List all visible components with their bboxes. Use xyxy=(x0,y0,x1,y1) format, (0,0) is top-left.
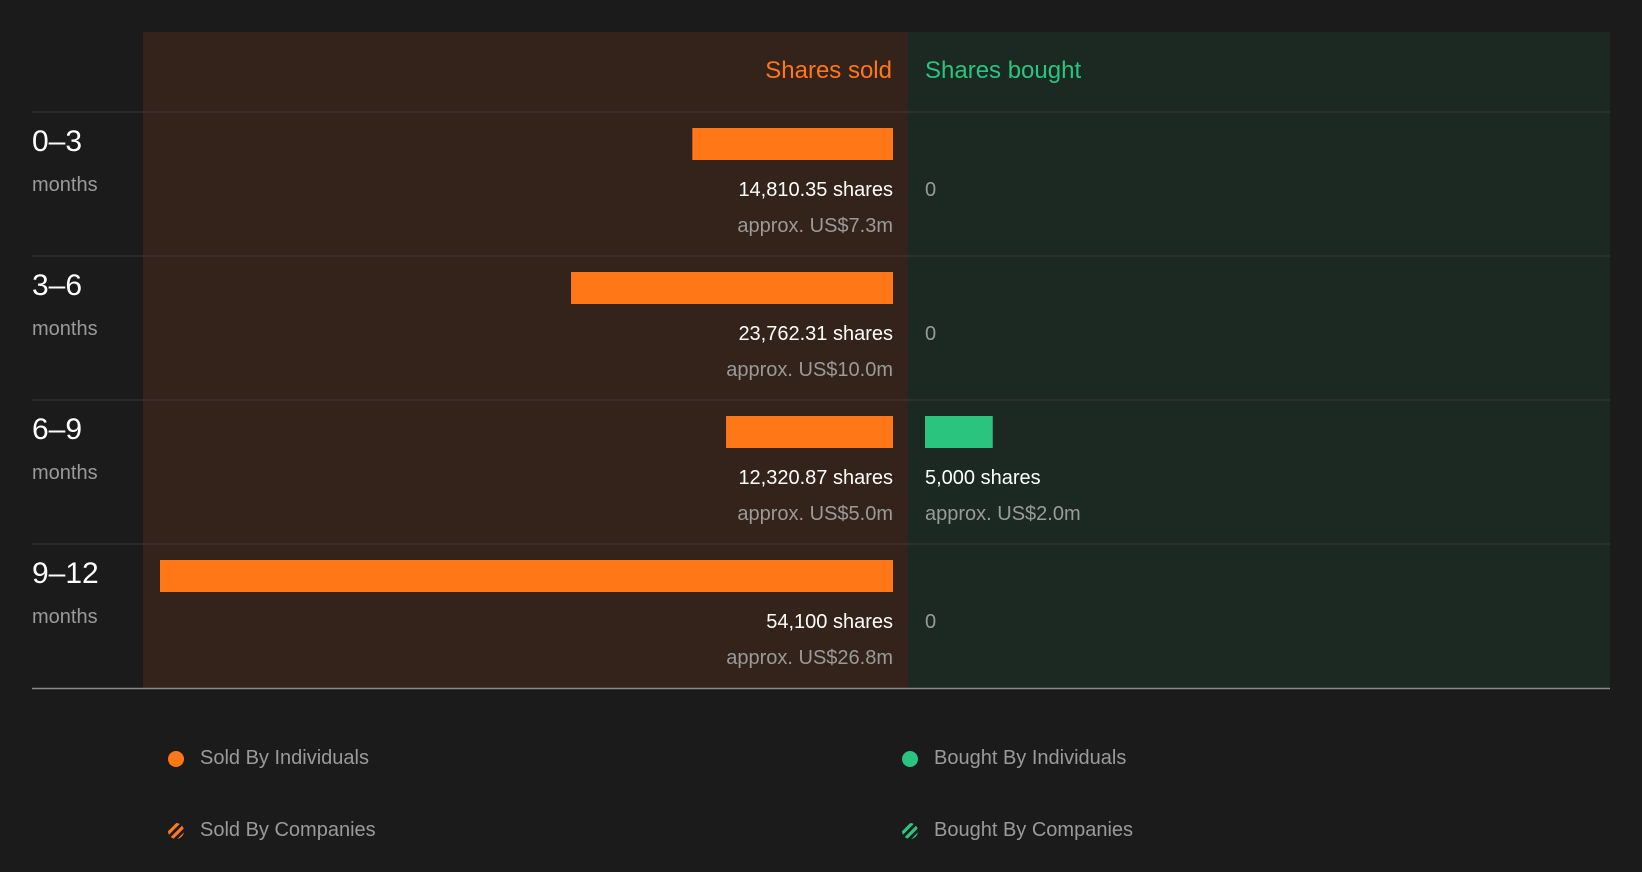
bought-shares-label: 0 xyxy=(925,611,936,633)
sold-shares-label: 54,100 shares xyxy=(766,611,893,633)
period-range-label: 6–9 xyxy=(32,413,82,446)
bought-shares-label: 0 xyxy=(925,323,936,345)
bought-column-header: Shares bought xyxy=(925,57,1081,84)
sold-value-label: approx. US$26.8m xyxy=(726,647,893,669)
period-range-label: 3–6 xyxy=(32,269,82,302)
sold-column-header: Shares sold xyxy=(765,57,892,84)
legend-item-sold-companies[interactable]: Sold By Companies xyxy=(168,819,376,842)
sold-shares-label: 23,762.31 shares xyxy=(738,323,893,345)
period-unit-label: months xyxy=(32,174,98,196)
sold-value-label: approx. US$7.3m xyxy=(737,215,893,237)
legend-striped-dot-icon xyxy=(168,822,184,839)
period-range-label: 0–3 xyxy=(32,125,82,158)
period-unit-label: months xyxy=(32,462,98,484)
legend-item-bought-companies[interactable]: Bought By Companies xyxy=(902,819,1133,842)
sold-bar xyxy=(571,272,893,304)
legend-label: Sold By Individuals xyxy=(200,747,369,769)
legend-striped-dot-icon xyxy=(902,822,918,839)
bought-value-label: approx. US$2.0m xyxy=(925,503,1081,525)
sold-bar xyxy=(692,128,893,160)
legend-label: Sold By Companies xyxy=(200,819,376,841)
period-unit-label: months xyxy=(32,606,98,628)
legend-dot-icon xyxy=(168,750,184,767)
sold-value-label: approx. US$10.0m xyxy=(726,359,893,381)
sold-value-label: approx. US$5.0m xyxy=(737,503,893,525)
bought-shares-label: 0 xyxy=(925,179,936,201)
legend-item-sold-individuals[interactable]: Sold By Individuals xyxy=(168,747,369,770)
bought-shares-label: 5,000 shares xyxy=(925,467,1041,489)
period-range-label: 9–12 xyxy=(32,557,99,590)
legend-item-bought-individuals[interactable]: Bought By Individuals xyxy=(902,747,1126,770)
period-unit-label: months xyxy=(32,318,98,340)
bought-column-background xyxy=(908,32,1610,688)
legend-label: Bought By Companies xyxy=(934,819,1134,841)
sold-bar xyxy=(726,416,893,448)
legend-dot-icon xyxy=(902,750,918,767)
sold-shares-label: 14,810.35 shares xyxy=(738,179,893,201)
legend: Sold By Individuals Bought By Individual… xyxy=(0,700,1642,872)
bought-bar xyxy=(925,416,993,448)
legend-label: Bought By Individuals xyxy=(934,747,1127,769)
insider-trading-chart: Shares sold Shares bought 0–3 months 14,810.… xyxy=(32,32,1610,690)
sold-shares-label: 12,320.87 shares xyxy=(738,467,893,489)
sold-bar xyxy=(160,560,893,592)
